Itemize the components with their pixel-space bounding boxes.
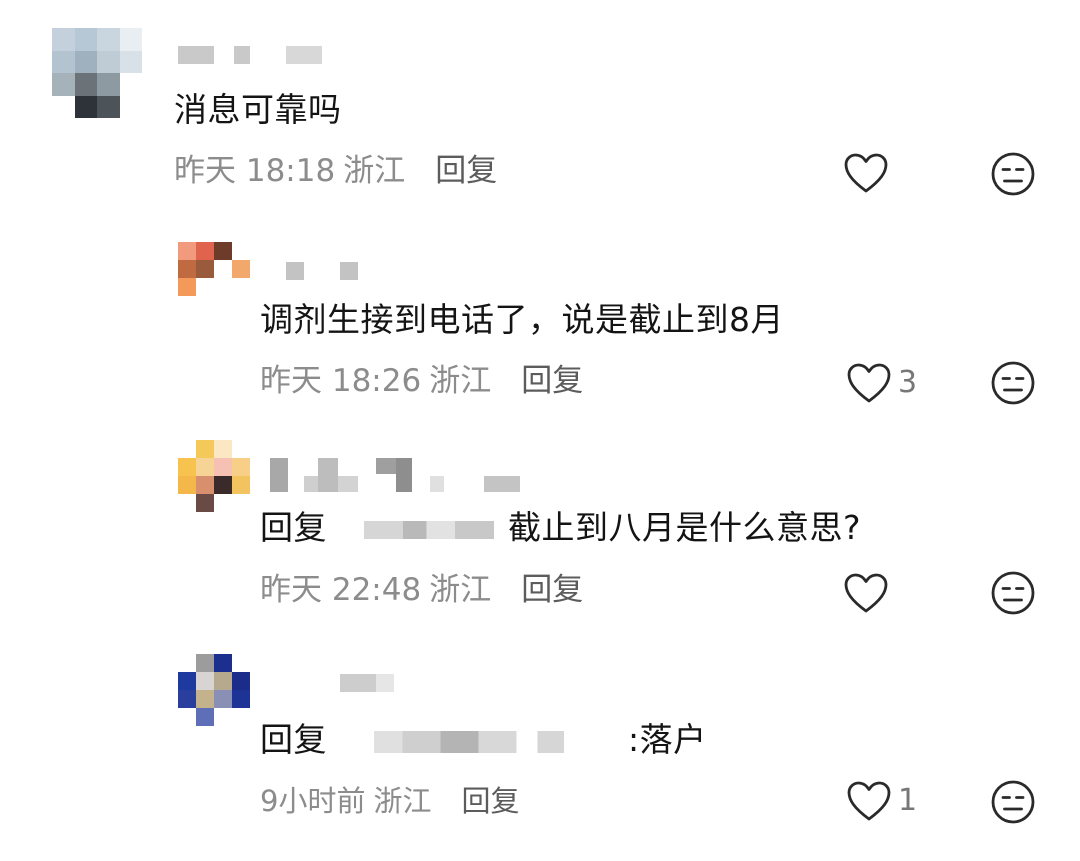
meh-face-icon — [991, 361, 1035, 405]
reply-button[interactable]: 回复 — [435, 152, 497, 190]
dislike-button[interactable] — [990, 360, 1036, 410]
reply-prefix: 回复 — [260, 720, 327, 759]
heart-outline-icon — [844, 573, 888, 613]
comment-text: 调剂生接到电话了，说是截止到8月 — [260, 300, 784, 339]
dislike-button[interactable] — [990, 570, 1036, 620]
avatar[interactable] — [52, 28, 142, 118]
comment-time: 昨天 22:48 — [260, 572, 422, 608]
comment-meta: 昨天 22:48 浙江 回复 — [260, 571, 583, 609]
avatar[interactable] — [178, 242, 250, 296]
like-count: 1 — [898, 783, 918, 818]
comment-time: 9小时前 — [260, 784, 366, 818]
comment-meta: 昨天 18:18 浙江 回复 — [174, 152, 497, 190]
meh-face-icon — [991, 571, 1035, 615]
heart-outline-icon — [847, 781, 891, 821]
comment-time: 昨天 18:26 — [260, 363, 422, 399]
heart-outline-icon — [847, 363, 891, 403]
comment-location: 浙江 — [373, 784, 432, 818]
comment-time: 昨天 18:18 — [174, 153, 336, 189]
avatar[interactable] — [178, 440, 250, 512]
reply-button[interactable]: 回复 — [461, 782, 519, 820]
like-button[interactable] — [843, 572, 895, 614]
comment-meta: 9小时前 浙江 回复 — [260, 782, 519, 820]
comment-text: 回复 :落户 — [260, 720, 707, 759]
comment-location: 浙江 — [429, 572, 492, 608]
comment-meta: 昨天 18:26 浙江 回复 — [260, 362, 583, 400]
mentioned-user[interactable] — [364, 520, 494, 539]
reply-prefix: 回复 — [260, 508, 327, 547]
meh-face-icon — [991, 780, 1035, 824]
heart-outline-icon — [844, 153, 888, 193]
like-button[interactable]: 3 — [846, 362, 917, 404]
meh-face-icon — [991, 152, 1035, 196]
reply-button[interactable]: 回复 — [521, 362, 583, 400]
comment-location: 浙江 — [429, 363, 492, 399]
like-button[interactable] — [843, 152, 895, 194]
dislike-button[interactable] — [990, 779, 1036, 829]
avatar[interactable] — [178, 654, 250, 726]
mentioned-user[interactable] — [374, 730, 564, 753]
dislike-button[interactable] — [990, 151, 1036, 201]
comment-location: 浙江 — [343, 153, 406, 189]
like-button[interactable]: 1 — [846, 780, 917, 822]
comment-text: 消息可靠吗 — [174, 90, 342, 129]
reply-button[interactable]: 回复 — [521, 571, 583, 609]
like-count: 3 — [898, 365, 918, 400]
comment-text: 回复 截止到八月是什么意思? — [260, 508, 862, 547]
